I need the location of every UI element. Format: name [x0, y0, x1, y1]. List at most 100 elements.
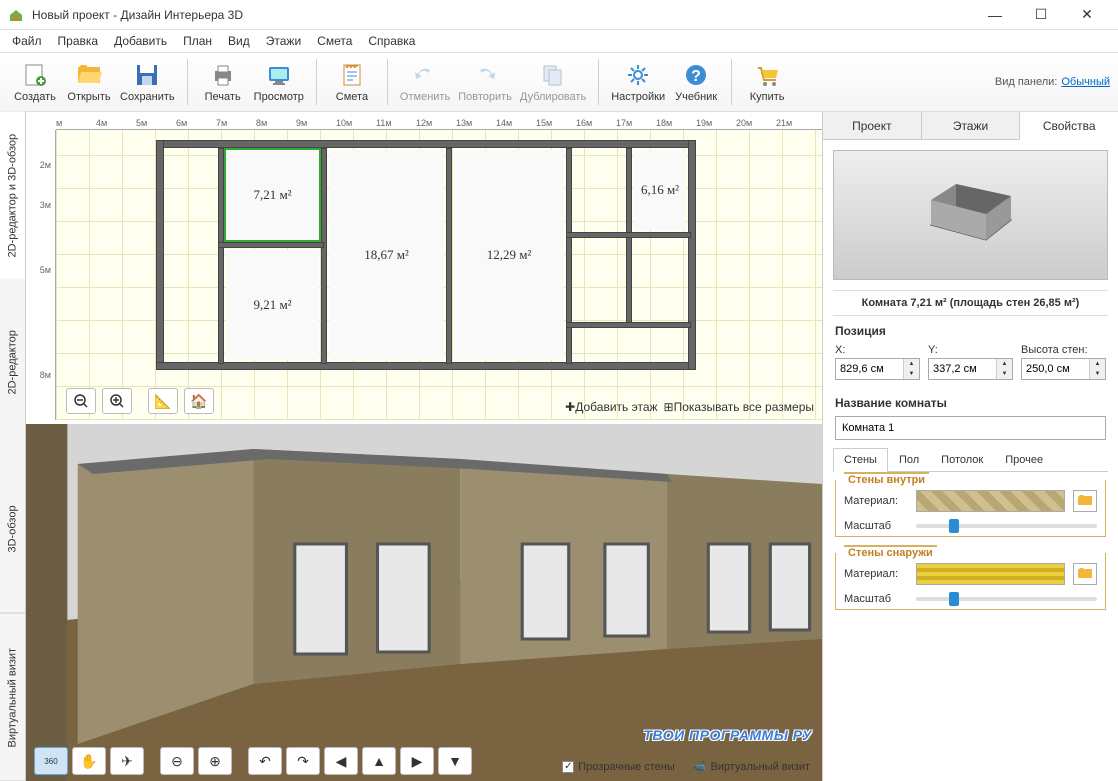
- tool-buy[interactable]: Купить: [740, 56, 794, 108]
- ruler-vertical: 2м3м5м8м: [26, 130, 56, 420]
- checkbox-icon: ✓: [562, 761, 574, 773]
- view3d-tools: 360 ✋ ✈ ⊖ ⊕ ↶ ↷ ◀ ▲ ▶ ▼: [34, 747, 472, 775]
- buy-icon: [753, 61, 781, 89]
- camera-icon: 📹: [693, 760, 707, 773]
- floorplan: 7,21 м² 18,67 м² 12,29 м² 6,16 м² 9,21 м…: [156, 140, 696, 370]
- measure-button[interactable]: 📐: [148, 388, 178, 414]
- close-button[interactable]: ✕: [1064, 0, 1110, 30]
- home-button[interactable]: 🏠: [184, 388, 214, 414]
- walls-outer-title: Стены снаружи: [844, 545, 937, 559]
- add-floor-button[interactable]: ✚Добавить этаж: [565, 400, 657, 414]
- sub-tab-ceiling[interactable]: Потолок: [930, 448, 994, 471]
- settings-icon: [624, 61, 652, 89]
- room-3-label: 12,29 м²: [487, 247, 532, 263]
- inner-material-browse[interactable]: [1073, 490, 1097, 512]
- sub-tab-walls[interactable]: Стены: [833, 448, 888, 472]
- menu-plan[interactable]: План: [175, 31, 220, 51]
- tool-open[interactable]: Открыть: [62, 56, 116, 108]
- x-label: X:: [835, 344, 920, 356]
- room-name-input[interactable]: [835, 416, 1106, 440]
- nav-down-button[interactable]: ▼: [438, 747, 472, 775]
- side-tab-virtual[interactable]: Виртуальный визит: [0, 614, 25, 781]
- inner-material-swatch[interactable]: [916, 490, 1065, 512]
- prop-tab-project[interactable]: Проект: [823, 112, 922, 139]
- sub-tab-floor[interactable]: Пол: [888, 448, 930, 471]
- height-input[interactable]: ▲▼: [1021, 358, 1106, 380]
- x-input[interactable]: ▲▼: [835, 358, 920, 380]
- nav-up-button[interactable]: ▲: [362, 747, 396, 775]
- tool-save[interactable]: Сохранить: [116, 56, 179, 108]
- zoom-in-3d-button[interactable]: ⊕: [198, 747, 232, 775]
- sub-tab-other[interactable]: Прочее: [994, 448, 1054, 471]
- room-preview: [833, 150, 1108, 280]
- tool-dup: Дублировать: [516, 56, 590, 108]
- properties-panel: Проект Этажи Свойства Комната 7,21 м² (п…: [822, 112, 1118, 781]
- prop-tab-floors[interactable]: Этажи: [922, 112, 1021, 139]
- menu-estimate[interactable]: Смета: [309, 31, 360, 51]
- save-icon: [133, 61, 161, 89]
- rotate-left-button[interactable]: ↶: [248, 747, 282, 775]
- panel-mode-value[interactable]: Обычный: [1061, 76, 1110, 88]
- preview-icon: [265, 61, 293, 89]
- inner-scale-label: Масштаб: [844, 520, 908, 532]
- folder-icon: [1078, 495, 1092, 507]
- room-1-label: 7,21 м²: [253, 187, 291, 203]
- tool-preview[interactable]: Просмотр: [250, 56, 308, 108]
- tool-print[interactable]: Печать: [196, 56, 250, 108]
- tool-undo: Отменить: [396, 56, 454, 108]
- toolbar: СоздатьОткрытьСохранить ПечатьПросмотр Сме…: [0, 52, 1118, 112]
- transparent-walls-option[interactable]: ✓ Прозрачные стены: [562, 761, 674, 773]
- y-input[interactable]: ▲▼: [928, 358, 1013, 380]
- nav-left-button[interactable]: ◀: [324, 747, 358, 775]
- virtual-visit-option[interactable]: 📹 Виртуальный визит: [693, 760, 810, 773]
- svg-text:?: ?: [691, 68, 701, 85]
- fly-button[interactable]: ✈: [110, 747, 144, 775]
- outer-material-browse[interactable]: [1073, 563, 1097, 585]
- prop-tab-properties[interactable]: Свойства: [1020, 112, 1118, 140]
- inner-scale-slider[interactable]: [916, 524, 1097, 528]
- height-label: Высота стен:: [1021, 344, 1106, 356]
- window-title: Новый проект - Дизайн Интерьера 3D: [32, 8, 972, 22]
- rotate-right-button[interactable]: ↷: [286, 747, 320, 775]
- menu-edit[interactable]: Правка: [50, 31, 107, 51]
- menu-floors[interactable]: Этажи: [258, 31, 309, 51]
- room-name-title: Название комнаты: [835, 396, 1106, 410]
- tool-settings[interactable]: Настройки: [607, 56, 669, 108]
- pan-button[interactable]: ✋: [72, 747, 106, 775]
- minimize-button[interactable]: —: [972, 0, 1018, 30]
- outer-material-swatch[interactable]: [916, 563, 1065, 585]
- menu-file[interactable]: Файл: [4, 31, 50, 51]
- position-title: Позиция: [835, 324, 1106, 338]
- plan-2d-area[interactable]: м4м5м6м7м8м9м10м11м12м13м14м15м16м17м18м…: [26, 112, 822, 420]
- maximize-button[interactable]: ☐: [1018, 0, 1064, 30]
- tool-create[interactable]: Создать: [8, 56, 62, 108]
- view-3d-area[interactable]: 360 ✋ ✈ ⊖ ⊕ ↶ ↷ ◀ ▲ ▶ ▼ ✓ Прозрачные сте…: [26, 424, 822, 781]
- tool-redo: Повторить: [454, 56, 516, 108]
- tutorial-icon: ?: [682, 61, 710, 89]
- side-tab-3d[interactable]: 3D-обзор: [0, 446, 25, 614]
- show-dims-button[interactable]: ⊞Показывать все размеры: [664, 400, 814, 414]
- estimate-icon: [338, 61, 366, 89]
- side-tab-2d[interactable]: 2D-редактор: [0, 279, 25, 447]
- menu-view[interactable]: Вид: [220, 31, 258, 51]
- menu-help[interactable]: Справка: [360, 31, 423, 51]
- folder-icon: [1078, 568, 1092, 580]
- nav-right-button[interactable]: ▶: [400, 747, 434, 775]
- tool-estimate[interactable]: Смета: [325, 56, 379, 108]
- zoom-in-button[interactable]: [102, 388, 132, 414]
- orbit-button[interactable]: 360: [34, 747, 68, 775]
- side-tab-2d-3d[interactable]: 2D-редактор и 3D-обзор: [0, 112, 25, 279]
- app-icon: [8, 7, 24, 23]
- zoom-out-3d-button[interactable]: ⊖: [160, 747, 194, 775]
- outer-scale-label: Масштаб: [844, 593, 908, 605]
- inner-material-label: Материал:: [844, 495, 908, 507]
- panel-mode: Вид панели: Обычный: [995, 76, 1110, 88]
- zoom-out-button[interactable]: [66, 388, 96, 414]
- print-icon: [209, 61, 237, 89]
- menu-add[interactable]: Добавить: [106, 31, 175, 51]
- room-4-label: 6,16 м²: [641, 182, 679, 198]
- plan-tools-left: 📐 🏠: [66, 388, 214, 414]
- y-label: Y:: [928, 344, 1013, 356]
- tool-tutorial[interactable]: ?Учебник: [669, 56, 723, 108]
- outer-scale-slider[interactable]: [916, 597, 1097, 601]
